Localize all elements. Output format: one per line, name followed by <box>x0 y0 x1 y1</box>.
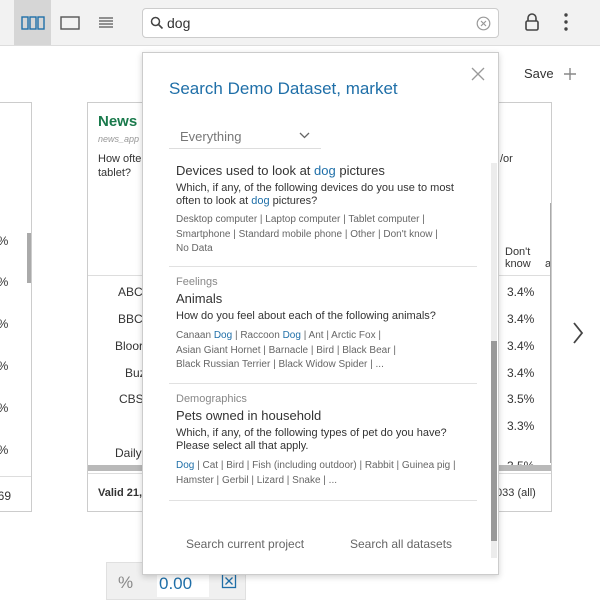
grid-view-button[interactable] <box>14 0 51 45</box>
left-card[interactable]: 9% 1% 0% 5% 3% 6% 069 <box>0 102 32 512</box>
row-label: CBS <box>119 392 144 406</box>
result-category: Feelings <box>176 276 218 288</box>
modal-scrollbar-thumb[interactable] <box>491 341 497 541</box>
result-divider <box>169 383 477 384</box>
row-label: BBC <box>118 312 143 326</box>
results-list: Devices used to look at dog pictures Whi… <box>169 158 477 536</box>
left-card-value: 9% <box>0 234 8 248</box>
row-label: Bloor <box>115 339 144 353</box>
column-header-line1: Don't <box>505 246 531 258</box>
search-current-project-button[interactable]: Search current project <box>186 537 304 551</box>
left-card-scrollbar[interactable] <box>27 233 31 283</box>
export-excel-icon[interactable] <box>221 573 237 589</box>
left-card-value: 0% <box>0 317 8 331</box>
left-card-value: 6% <box>0 443 8 457</box>
card-subtitle: news_app <box>98 134 140 144</box>
result-item[interactable]: Demographics Pets owned in household Whi… <box>169 393 477 488</box>
modal-title: Search Demo Dataset, market <box>169 79 398 98</box>
search-box[interactable] <box>142 8 499 38</box>
result-description: How do you feel about each of the follow… <box>176 310 436 322</box>
save-button[interactable]: Save <box>524 66 554 81</box>
result-options-line: No Data <box>176 243 213 254</box>
row-value: 3.3% <box>507 419 535 433</box>
left-card-value: 3% <box>0 401 8 415</box>
result-name: Pets owned in household <box>176 408 322 423</box>
row-label: Daily <box>115 446 142 460</box>
result-description-line: Which, if any, of the following types of… <box>176 427 447 439</box>
row-label: ABC <box>118 285 143 299</box>
result-divider <box>169 500 477 501</box>
result-name: Devices used to look at dog pictures <box>176 163 385 178</box>
left-card-value: 5% <box>0 359 8 373</box>
chevron-down-icon <box>299 132 310 139</box>
row-value: 3.4% <box>507 312 535 326</box>
result-options-line: Smartphone | Standard mobile phone | Oth… <box>176 228 438 240</box>
left-card-value: 1% <box>0 275 8 289</box>
result-options-line: Asian Giant Hornet | Barnacle | Bird | B… <box>176 344 396 356</box>
chevron-right-icon[interactable] <box>571 321 585 345</box>
card-title: News <box>98 113 138 130</box>
column-header-line2: know <box>505 258 531 270</box>
clear-circle-icon[interactable] <box>476 16 491 31</box>
result-options-line: Dog | Cat | Bird | Fish (including outdo… <box>176 460 456 471</box>
result-name: Animals <box>176 291 223 306</box>
search-icon <box>150 16 164 30</box>
card-view-icon <box>60 15 80 30</box>
more-vertical-icon[interactable] <box>562 12 570 32</box>
left-card-divider <box>0 476 31 477</box>
search-all-datasets-button[interactable]: Search all datasets <box>350 537 452 551</box>
row-value: 3.4% <box>507 339 535 353</box>
result-options: Dog | Cat | Bird | Fish (including outdo… <box>176 459 466 488</box>
card-footer-count: ,033 (all) <box>493 487 536 499</box>
row-value: 3.4% <box>507 285 535 299</box>
scope-dropdown[interactable]: Everything <box>169 123 321 149</box>
result-category: Demographics <box>176 393 247 405</box>
card-question-tail: /or <box>500 153 513 165</box>
result-options-line: Canaan Dog | Raccoon Dog | Ant | Arctic … <box>176 330 381 341</box>
row-value: 3.4% <box>507 366 535 380</box>
result-options: Desktop computer | Laptop computer | Tab… <box>176 213 466 257</box>
card-vertical-scrollbar[interactable] <box>550 203 551 463</box>
search-input[interactable] <box>167 14 467 32</box>
result-options-line: Black Russian Terrier | Black Widow Spid… <box>176 359 384 370</box>
lock-icon[interactable] <box>523 12 541 32</box>
close-icon[interactable] <box>470 66 486 82</box>
result-item[interactable]: Feelings Animals How do you feel about e… <box>169 276 477 373</box>
left-card-footer: 069 <box>0 489 12 503</box>
result-description: Which, if any, of the following devices … <box>176 182 454 207</box>
list-view-button[interactable] <box>88 0 124 45</box>
percentage-toggle[interactable]: % <box>118 573 133 593</box>
top-toolbar <box>0 0 600 46</box>
decimal-display: 0.00 <box>159 574 193 593</box>
card-footer-valid: Valid 21, <box>98 487 143 499</box>
grid-view-icon <box>20 15 45 30</box>
row-value: 3.5% <box>507 392 535 406</box>
card-question-line2: tablet? <box>98 167 132 179</box>
result-options: Canaan Dog | Raccoon Dog | Ant | Arctic … <box>176 329 466 373</box>
result-divider <box>169 266 477 267</box>
card-view-button[interactable] <box>52 0 88 45</box>
plus-icon[interactable] <box>563 67 577 81</box>
search-results-modal: Search Demo Dataset, market Everything D… <box>142 52 499 575</box>
result-options-line: Hamster | Gerbil | Lizard | Snake | ... <box>176 474 338 486</box>
dropdown-value: Everything <box>180 129 242 144</box>
result-item[interactable]: Devices used to look at dog pictures Whi… <box>169 163 477 257</box>
result-options-line: Desktop computer | Laptop computer | Tab… <box>176 214 425 225</box>
card-question-line1: How ofte <box>98 153 142 165</box>
result-description-line: Please select all that apply. <box>176 440 309 452</box>
result-description: Which, if any, of the following types of… <box>176 427 464 453</box>
list-view-icon <box>99 16 113 28</box>
